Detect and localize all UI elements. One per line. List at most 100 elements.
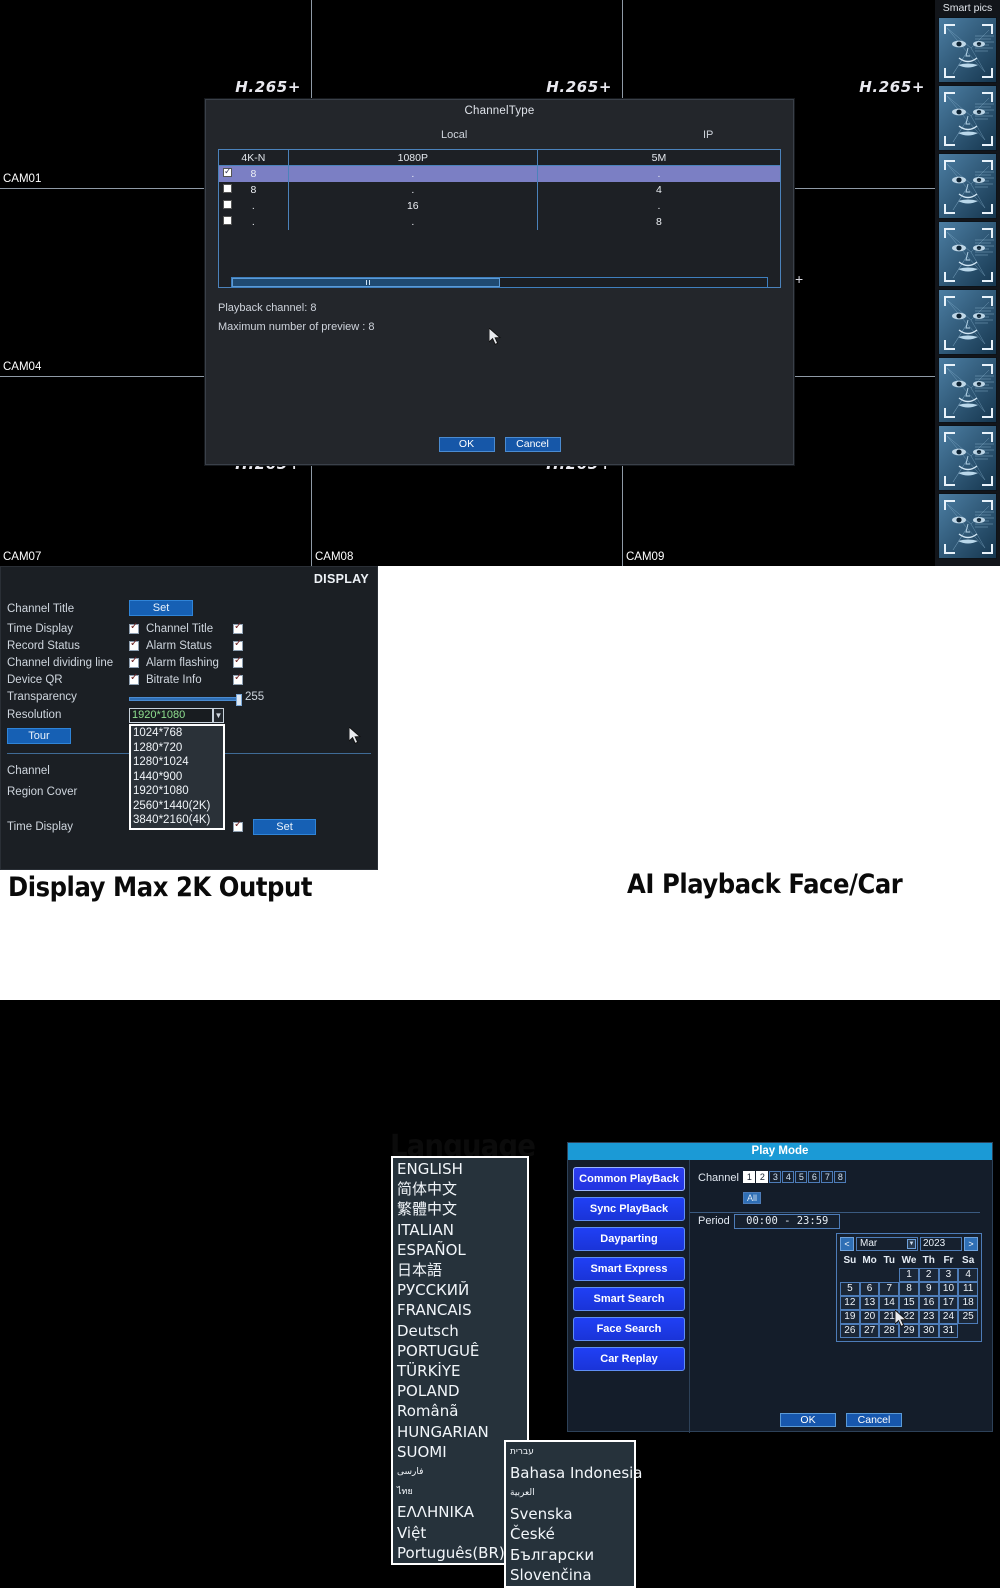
language-option[interactable]: Български bbox=[506, 1545, 634, 1566]
resolution-dropdown-list[interactable]: 1024*768 1280*720 1280*1024 1440*900 1920*10… bbox=[129, 724, 225, 830]
smart-pic-thumbnail[interactable] bbox=[938, 425, 997, 491]
play-mode-button[interactable]: Car Replay bbox=[573, 1347, 685, 1371]
language-option[interactable]: ESPAÑOL bbox=[393, 1240, 527, 1260]
calendar-day[interactable]: 15 bbox=[899, 1296, 919, 1310]
play-mode-button[interactable]: Common PlayBack bbox=[573, 1167, 685, 1191]
language-dropdown-list-secondary[interactable]: עברית Bahasa Indonesia العربية Svenska České… bbox=[504, 1440, 643, 1588]
calendar-day[interactable]: 5 bbox=[840, 1282, 860, 1296]
table-row[interactable]: 8.. bbox=[219, 166, 780, 182]
calendar-day[interactable]: 1 bbox=[899, 1268, 919, 1282]
smart-pic-thumbnail[interactable] bbox=[938, 221, 997, 287]
calendar-day[interactable]: 3 bbox=[938, 1268, 959, 1282]
play-mode-button[interactable]: Face Search bbox=[573, 1317, 685, 1341]
play-mode-button[interactable]: Smart Express bbox=[573, 1257, 685, 1281]
ok-button[interactable]: OK bbox=[438, 437, 495, 452]
play-mode-button[interactable]: Dayparting bbox=[573, 1227, 685, 1251]
resolution-option[interactable]: 1280*720 bbox=[131, 741, 223, 756]
calendar-day[interactable]: 29 bbox=[899, 1324, 919, 1338]
channel-checkbox[interactable]: 4 bbox=[782, 1170, 795, 1183]
language-option[interactable]: Deutsch bbox=[393, 1321, 527, 1341]
checkbox-channel-title[interactable] bbox=[233, 621, 243, 634]
play-mode-button[interactable]: Smart Search bbox=[573, 1287, 685, 1311]
resolution-option[interactable]: 1440*900 bbox=[131, 770, 223, 785]
language-option[interactable]: FRANCAIS bbox=[393, 1300, 527, 1320]
calendar-day[interactable]: 2 bbox=[918, 1268, 939, 1282]
channel-checkbox-group[interactable]: 12345678 bbox=[743, 1168, 847, 1185]
row-checkbox[interactable] bbox=[223, 184, 232, 193]
channel-checkbox[interactable]: 3 bbox=[769, 1170, 782, 1183]
date-picker-calendar[interactable]: < Mar ▼ 2023 > Su Mo Tu We Th Fr Sa 1234567891… bbox=[836, 1233, 982, 1342]
calendar-day[interactable]: 4 bbox=[958, 1268, 979, 1282]
calendar-day[interactable]: 28 bbox=[879, 1324, 900, 1338]
calendar-day[interactable]: 17 bbox=[938, 1296, 959, 1310]
table-row[interactable]: . 16. bbox=[219, 198, 780, 214]
language-option[interactable]: Svenska bbox=[506, 1504, 634, 1525]
language-option[interactable]: TÜRKİYE bbox=[393, 1361, 527, 1381]
language-option[interactable]: PORTUGUÊ bbox=[393, 1341, 527, 1361]
chevron-down-icon[interactable]: ▼ bbox=[907, 1239, 916, 1249]
calendar-day[interactable]: 11 bbox=[958, 1282, 979, 1296]
language-option[interactable]: РУССКИЙ bbox=[393, 1280, 527, 1300]
play-mode-button[interactable]: Sync PlayBack bbox=[573, 1197, 685, 1221]
calendar-day[interactable]: 16 bbox=[918, 1296, 939, 1310]
calendar-day[interactable]: 10 bbox=[938, 1282, 959, 1296]
cancel-button[interactable]: Cancel bbox=[504, 437, 561, 452]
calendar-next-button[interactable]: > bbox=[964, 1237, 978, 1251]
scrollbar-thumb[interactable] bbox=[232, 278, 500, 287]
calendar-day[interactable]: 26 bbox=[840, 1324, 860, 1338]
calendar-day[interactable]: 27 bbox=[859, 1324, 880, 1338]
channel-checkbox[interactable]: 7 bbox=[821, 1170, 834, 1183]
language-option[interactable]: 日本語 bbox=[393, 1260, 527, 1280]
smart-pic-thumbnail[interactable] bbox=[938, 17, 997, 83]
language-option[interactable]: ENGLISH bbox=[393, 1159, 527, 1179]
ok-button[interactable]: OK bbox=[780, 1413, 836, 1427]
calendar-day[interactable]: 18 bbox=[958, 1296, 979, 1310]
calendar-day[interactable]: 31 bbox=[938, 1324, 959, 1338]
checkbox-device-qr[interactable] bbox=[129, 672, 139, 685]
calendar-day[interactable]: 22 bbox=[899, 1310, 919, 1324]
channel-type-table[interactable]: 4K-N 1080P 5M 8..8.4.16...8 bbox=[218, 149, 781, 288]
language-option[interactable]: עברית bbox=[506, 1442, 634, 1463]
channel-checkbox[interactable]: 8 bbox=[834, 1170, 847, 1183]
row-checkbox[interactable] bbox=[223, 166, 232, 177]
row-checkbox[interactable] bbox=[223, 216, 232, 225]
calendar-day[interactable]: 30 bbox=[918, 1324, 939, 1338]
channel-all-toggle[interactable]: All bbox=[743, 1191, 761, 1204]
transparency-slider-knob[interactable] bbox=[236, 694, 242, 706]
language-option[interactable]: العربية bbox=[506, 1483, 634, 1504]
smart-pic-thumbnail[interactable] bbox=[938, 289, 997, 355]
time-display-set-button[interactable]: Set bbox=[253, 819, 316, 835]
checkbox-channel-dividing-line[interactable] bbox=[129, 655, 139, 668]
smart-pic-thumbnail[interactable] bbox=[938, 153, 997, 219]
table-row[interactable]: .. 8 bbox=[219, 214, 780, 230]
language-option[interactable]: ITALIAN bbox=[393, 1220, 527, 1240]
calendar-day[interactable]: 20 bbox=[859, 1310, 880, 1324]
checkbox-record-status[interactable] bbox=[129, 638, 139, 651]
resolution-select[interactable]: 1920*1080 ▼ bbox=[129, 708, 224, 723]
language-option[interactable]: 简体中文 bbox=[393, 1179, 527, 1199]
period-input[interactable]: 00:00 - 23:59 bbox=[734, 1214, 841, 1229]
calendar-year-input[interactable]: 2023 bbox=[920, 1237, 962, 1251]
calendar-day[interactable]: 7 bbox=[879, 1282, 900, 1296]
checkbox-time-display[interactable] bbox=[129, 621, 139, 634]
language-option[interactable]: České bbox=[506, 1524, 634, 1545]
channel-checkbox[interactable]: 6 bbox=[808, 1170, 821, 1183]
resolution-option[interactable]: 1920*1080 bbox=[131, 784, 223, 799]
calendar-month-select[interactable]: Mar ▼ bbox=[856, 1237, 918, 1251]
calendar-day[interactable]: 14 bbox=[879, 1296, 900, 1310]
horizontal-scrollbar[interactable] bbox=[231, 277, 768, 288]
resolution-option[interactable]: 3840*2160(4K) bbox=[131, 813, 223, 828]
language-option[interactable]: Bahasa Indonesia bbox=[506, 1463, 643, 1484]
calendar-day[interactable]: 8 bbox=[899, 1282, 919, 1296]
channel-checkbox[interactable]: 5 bbox=[795, 1170, 808, 1183]
calendar-prev-button[interactable]: < bbox=[840, 1237, 854, 1251]
row-checkbox[interactable] bbox=[223, 200, 232, 209]
calendar-day[interactable]: 25 bbox=[958, 1310, 979, 1324]
smart-pic-thumbnail[interactable] bbox=[938, 357, 997, 423]
smart-pic-thumbnail[interactable] bbox=[938, 493, 997, 559]
transparency-slider-track[interactable] bbox=[129, 694, 242, 706]
checkbox-alarm-status[interactable] bbox=[233, 638, 243, 651]
cancel-button[interactable]: Cancel bbox=[846, 1413, 902, 1427]
channel-title-set-button[interactable]: Set bbox=[129, 600, 193, 616]
calendar-day[interactable]: 9 bbox=[918, 1282, 939, 1296]
